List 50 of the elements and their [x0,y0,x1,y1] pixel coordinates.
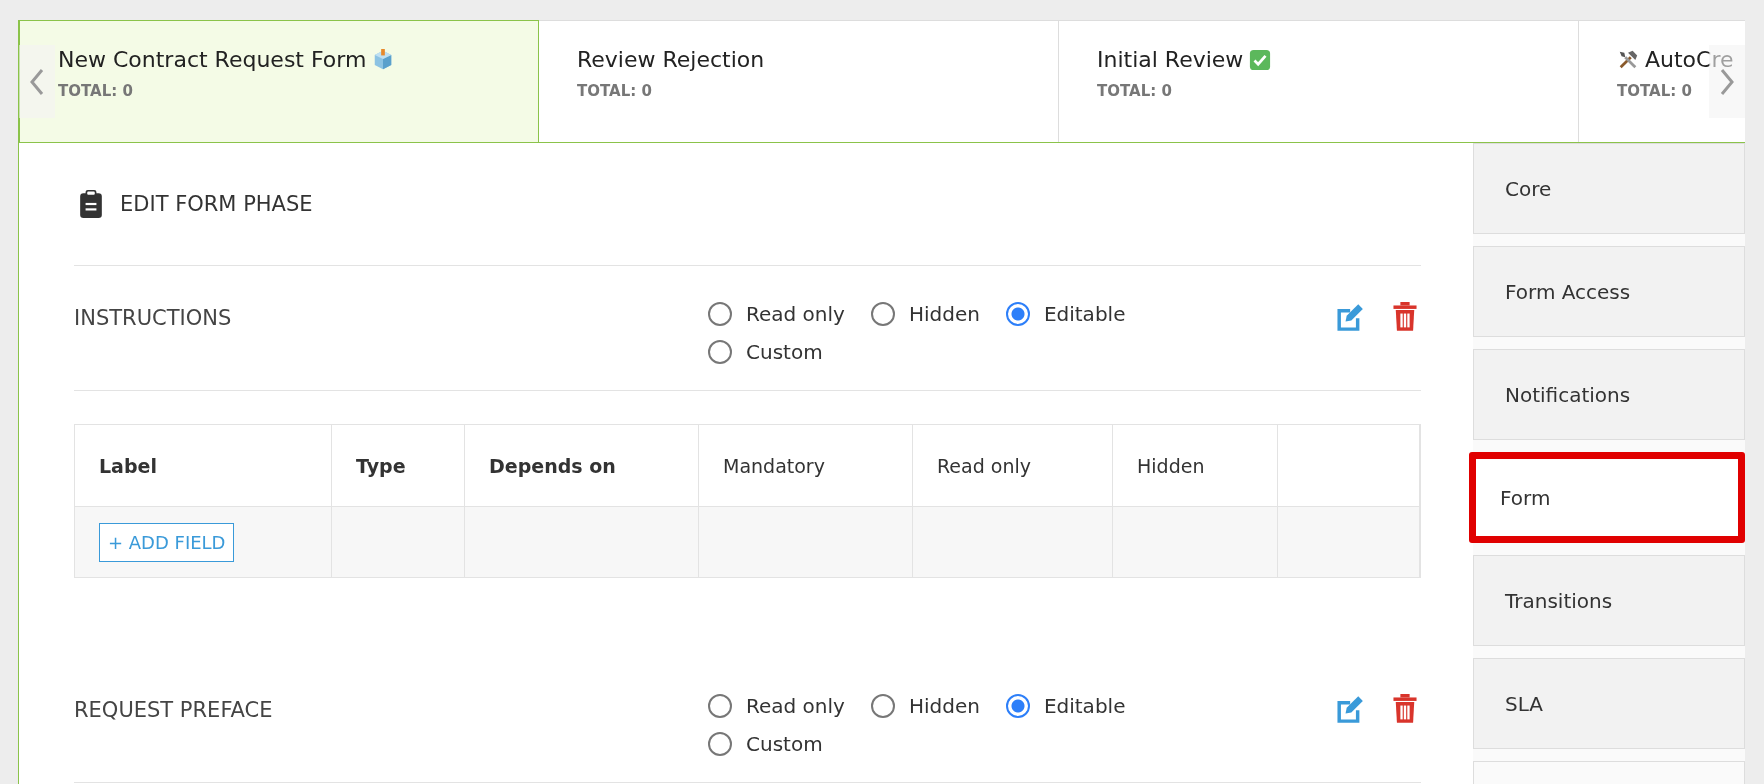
option-label: Hidden [908,302,980,326]
form-heading: EDIT FORM PHASE [120,192,313,216]
chevron-left-icon [28,66,46,97]
scroll-left-button[interactable] [19,45,55,118]
option-label: Read only [746,302,845,326]
sidebar-item[interactable]: SLA [1473,658,1745,749]
radio-button[interactable] [870,694,895,718]
tab-total: TOTAL: 0 [1097,82,1173,100]
option-label: Read only [746,694,845,718]
option-label: Hidden [908,694,980,718]
radio-button[interactable] [708,302,732,326]
tab-title: Initial Review [1097,47,1244,72]
phase-tab[interactable]: Initial Review TOTAL: 0 [1059,20,1579,142]
tab-title: AutoCre [1645,47,1734,72]
sidebar-item[interactable]: Form Access [1473,246,1745,337]
tab-total: TOTAL: 0 [577,82,653,100]
chevron-right-icon [1718,66,1736,97]
radio-button[interactable] [1005,694,1030,718]
option-label: Custom [746,340,823,364]
radio-option[interactable]: Read only [708,302,845,326]
option-label: Custom [746,732,823,756]
radio-option[interactable]: Custom [708,732,823,756]
radio-option[interactable]: Editable [1005,302,1126,326]
radio-button[interactable] [708,340,732,364]
radio-button[interactable] [870,302,895,326]
radio-option[interactable]: Editable [1005,694,1126,718]
sidebar-item[interactable]: Notifications [1473,349,1745,440]
radio-button[interactable] [708,694,732,718]
section-title: INSTRUCTIONS [74,305,233,332]
tab-total: TOTAL: 0 [1617,82,1693,100]
section-title: REQUEST PREFACE [74,697,274,724]
option-label: Editable [1043,694,1126,718]
sidebar-item[interactable]: Core [1473,143,1745,234]
tab-total: TOTAL: 0 [58,82,134,100]
phase-tab[interactable]: New Contract Request Form TOTAL: 0 [19,20,539,142]
radio-option[interactable]: Custom [708,340,823,364]
radio-button[interactable] [708,732,732,756]
radio-option[interactable]: Read only [708,694,845,718]
radio-option[interactable]: Hidden [870,694,980,718]
tab-title: New Contract Request Form [58,47,367,72]
radio-option[interactable]: Hidden [870,302,980,326]
clipboard-icon [78,188,104,220]
checkmark-icon [1249,48,1272,71]
phase-tab[interactable]: Review Rejection TOTAL: 0 [539,20,1059,142]
option-label: Editable [1043,302,1126,326]
tools-icon [1617,48,1639,71]
sidebar-item[interactable]: Transitions [1473,555,1745,646]
radio-button[interactable] [1005,302,1030,326]
tab-title: Review Rejection [577,47,765,72]
sidebar-item[interactable]: Form [1469,452,1745,543]
